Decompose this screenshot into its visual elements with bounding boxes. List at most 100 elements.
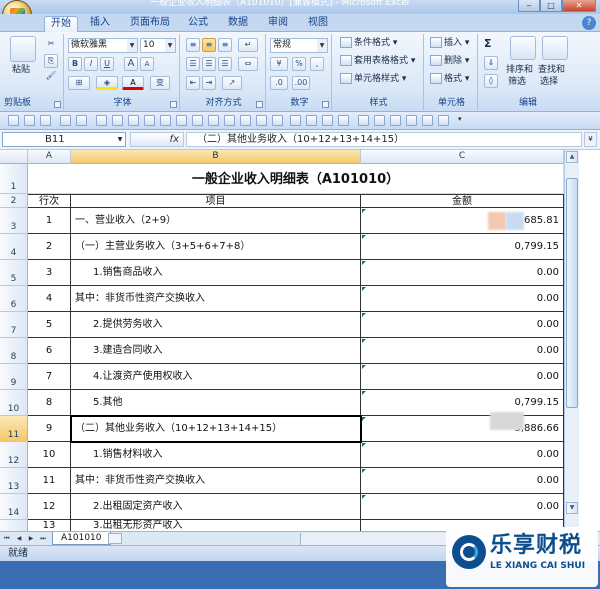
item-cell[interactable]: 其中：非货币性资产交换收入 [71, 286, 361, 312]
row-header-14[interactable]: 14 [0, 494, 28, 520]
row-header-6[interactable]: 6 [0, 286, 28, 312]
item-cell[interactable]: 3.出租无形资产收入 [71, 520, 361, 531]
number-format-select[interactable]: 常规 ▼ [270, 38, 328, 53]
border-qat-icon[interactable] [306, 115, 317, 126]
amount-cell[interactable]: 0.00 [361, 442, 564, 468]
find-select-icon[interactable] [542, 36, 568, 60]
header-row-index[interactable]: 行次 [28, 194, 71, 208]
row-index-cell[interactable]: 1 [28, 208, 71, 234]
row-index-cell[interactable]: 4 [28, 286, 71, 312]
amount-cell[interactable]: 0.00 [361, 286, 564, 312]
scroll-down-icon[interactable]: ▼ [566, 502, 578, 514]
currency-icon[interactable]: ¥ [270, 57, 288, 71]
row-header-15[interactable] [0, 520, 28, 531]
undo-icon[interactable] [24, 115, 35, 126]
sort-filter-label-2[interactable]: 筛选 [508, 76, 526, 89]
row-header-8[interactable]: 8 [0, 338, 28, 364]
item-cell[interactable]: 4.让渡资产使用权收入 [71, 364, 361, 390]
font-name-select[interactable]: 微软雅黑 ▼ [68, 38, 138, 53]
comma-button[interactable]: , [310, 57, 324, 71]
sort-desc-icon[interactable] [240, 115, 251, 126]
customize-qat-icon[interactable]: ▾ [458, 115, 466, 126]
italic-button[interactable]: I [84, 57, 98, 71]
amount-cell[interactable]: 0.00 [361, 260, 564, 286]
row-header-2[interactable]: 2 [0, 194, 28, 208]
insert-sheet-icon[interactable] [108, 533, 122, 544]
phonetic-button[interactable]: 变 [150, 76, 170, 90]
minimize-icon[interactable]: ‒ [518, 0, 540, 12]
font-color-button[interactable]: A [122, 76, 144, 90]
item-cell[interactable]: 一、营业收入（2+9） [71, 208, 361, 234]
row-header-3[interactable]: 3 [0, 208, 28, 234]
vertical-scrollbar[interactable]: ▲ ▼ [564, 150, 579, 531]
column-header-a[interactable]: A [28, 150, 71, 164]
tab-view[interactable]: 视图 [302, 16, 334, 32]
scroll-up-icon[interactable]: ▲ [566, 151, 578, 163]
align-top-icon[interactable]: ≡ [186, 38, 200, 52]
comment-icon[interactable] [374, 115, 385, 126]
row-header-4[interactable]: 4 [0, 234, 28, 260]
insert-cells-button[interactable]: 插入 ▾ [430, 37, 469, 50]
decrease-decimal-icon[interactable]: .00 [292, 76, 310, 90]
paste-button[interactable]: 粘贴 [12, 64, 30, 77]
close-icon[interactable]: ✕ [562, 0, 596, 12]
amount-cell[interactable]: 0,799.15 [361, 234, 564, 260]
row-index-cell[interactable]: 11 [28, 468, 71, 494]
cell-styles-button[interactable]: 单元格样式 ▾ [340, 73, 406, 86]
amount-cell[interactable]: 7,685.81 [361, 208, 564, 234]
item-cell[interactable]: 1.销售商品收入 [71, 260, 361, 286]
orientation-icon[interactable]: ↗ [222, 76, 242, 90]
align-bottom-icon[interactable]: ≡ [218, 38, 232, 52]
row-header-1[interactable]: 1 [0, 164, 28, 194]
sort-asc-icon[interactable] [224, 115, 235, 126]
sort-filter-icon[interactable] [510, 36, 536, 60]
refresh-icon[interactable] [422, 115, 433, 126]
tab-page-layout[interactable]: 页面布局 [124, 16, 176, 32]
wrap-text-icon[interactable]: ↵ [238, 38, 258, 52]
autosum-button[interactable]: Σ [484, 37, 492, 50]
font-size-select[interactable]: 10 ▼ [140, 38, 176, 53]
item-cell[interactable]: 1.销售材料收入 [71, 442, 361, 468]
tab-formulas[interactable]: 公式 [182, 16, 214, 32]
print-preview-icon[interactable] [112, 115, 123, 126]
align-left-qat-icon[interactable] [144, 115, 155, 126]
tab-insert[interactable]: 插入 [84, 16, 116, 32]
paste-icon[interactable] [10, 36, 36, 62]
row-header-5[interactable]: 5 [0, 260, 28, 286]
tab-home[interactable]: 开始 [44, 16, 78, 32]
column-header-b[interactable]: B [71, 150, 361, 164]
row-index-cell[interactable]: 8 [28, 390, 71, 416]
decrease-indent-icon[interactable]: ⇤ [186, 76, 200, 90]
row-index-cell[interactable]: 7 [28, 364, 71, 390]
row-index-cell[interactable]: 12 [28, 494, 71, 520]
row-header-11[interactable]: 11 [0, 416, 28, 442]
copy-qat-icon[interactable] [256, 115, 267, 126]
item-cell[interactable]: （一）主营业务收入（3+5+6+7+8） [71, 234, 361, 260]
bold-button[interactable]: B [68, 57, 82, 71]
item-cell[interactable]: 2.出租固定资产收入 [71, 494, 361, 520]
format-cells-button[interactable]: 格式 ▾ [430, 73, 469, 86]
increase-decimal-icon[interactable]: .0 [270, 76, 288, 90]
grow-font-button[interactable]: A [124, 57, 138, 71]
conditional-format-button[interactable]: 条件格式 ▾ [340, 37, 397, 50]
font-dialog-launcher[interactable] [170, 101, 177, 108]
paste-qat-icon[interactable] [272, 115, 283, 126]
format-as-table-button[interactable]: 套用表格格式 ▾ [340, 55, 415, 68]
header-amount[interactable]: 金额 [361, 194, 564, 208]
row-header-10[interactable]: 10 [0, 390, 28, 416]
alignment-dialog-launcher[interactable] [256, 101, 263, 108]
underline-button[interactable]: U [100, 57, 114, 71]
freeze-icon[interactable] [290, 115, 301, 126]
item-cell[interactable]: 其中：非货币性资产交换收入 [71, 468, 361, 494]
row-header-12[interactable]: 12 [0, 442, 28, 468]
merge-center-icon[interactable]: ⇔ [238, 57, 258, 71]
percent-button[interactable]: % [292, 57, 306, 71]
chart-icon[interactable] [160, 115, 171, 126]
amount-cell[interactable]: 0.00 [361, 468, 564, 494]
open-icon[interactable] [76, 115, 87, 126]
split-icon[interactable] [338, 115, 349, 126]
amount-cell[interactable]: 5,886.66 [361, 416, 564, 442]
clipboard-dialog-launcher[interactable] [54, 101, 61, 108]
header-item[interactable]: 项目 [71, 194, 361, 208]
lock-icon[interactable] [406, 115, 417, 126]
